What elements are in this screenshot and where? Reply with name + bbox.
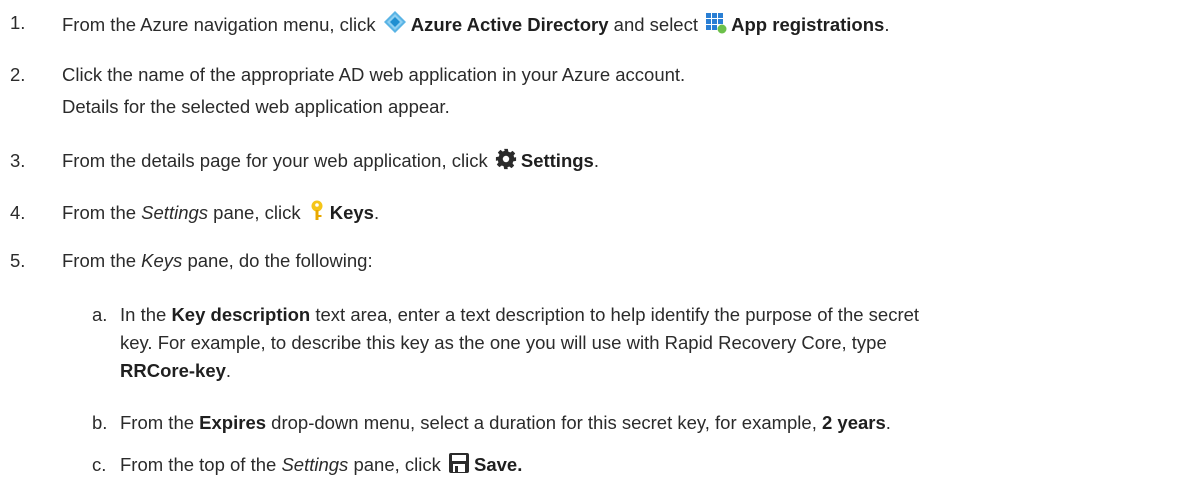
key-icon [308,200,326,229]
save-label: Save. [474,454,523,475]
gear-icon [495,148,517,177]
substep-a-line-3: RRCore-key. [120,360,232,381]
azure-active-directory-label: Azure Active Directory [410,14,609,35]
settings-pane-label: Settings [141,202,209,223]
substep-letter: a. [92,304,108,325]
key-description-label: Key description [171,304,311,325]
app-registrations-label: App registrations [731,14,885,35]
step-number: 1. [10,12,26,33]
instructions-document: 1. From the Azure navigation menu, click… [0,0,1179,489]
substep-a-line-2: key. For example, to describe this key a… [120,332,887,353]
two-years-label: 2 years [821,412,886,433]
substep-letter: c. [92,454,107,475]
step-2-result: Details for the selected web application… [62,96,450,117]
app-registrations-icon [705,12,727,41]
save-icon [448,452,470,481]
step-number: 5. [10,250,26,271]
settings-pane-label: Settings [281,454,349,475]
rrcore-key-label: RRCore-key [120,360,226,381]
substep-letter: b. [92,412,108,433]
step-number: 4. [10,202,26,223]
azure-ad-icon [383,10,407,41]
keys-pane-label: Keys [141,250,183,271]
step-number: 3. [10,150,26,171]
settings-label: Settings [520,150,594,171]
keys-label: Keys [329,202,374,223]
step-number: 2. [10,64,26,85]
expires-label: Expires [199,412,267,433]
